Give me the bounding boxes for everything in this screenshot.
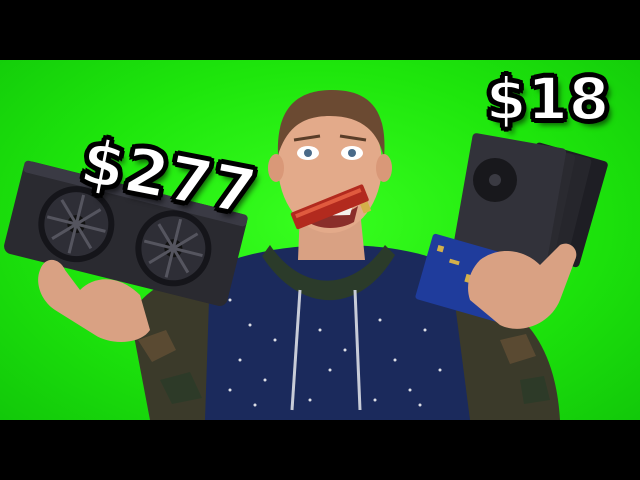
- letterbox-bottom: [0, 420, 640, 480]
- thumbnail-scene: $277 $18: [0, 60, 640, 420]
- person-head: [268, 90, 392, 260]
- price-label-right: $18: [485, 65, 611, 133]
- letterbox-top: [0, 0, 640, 60]
